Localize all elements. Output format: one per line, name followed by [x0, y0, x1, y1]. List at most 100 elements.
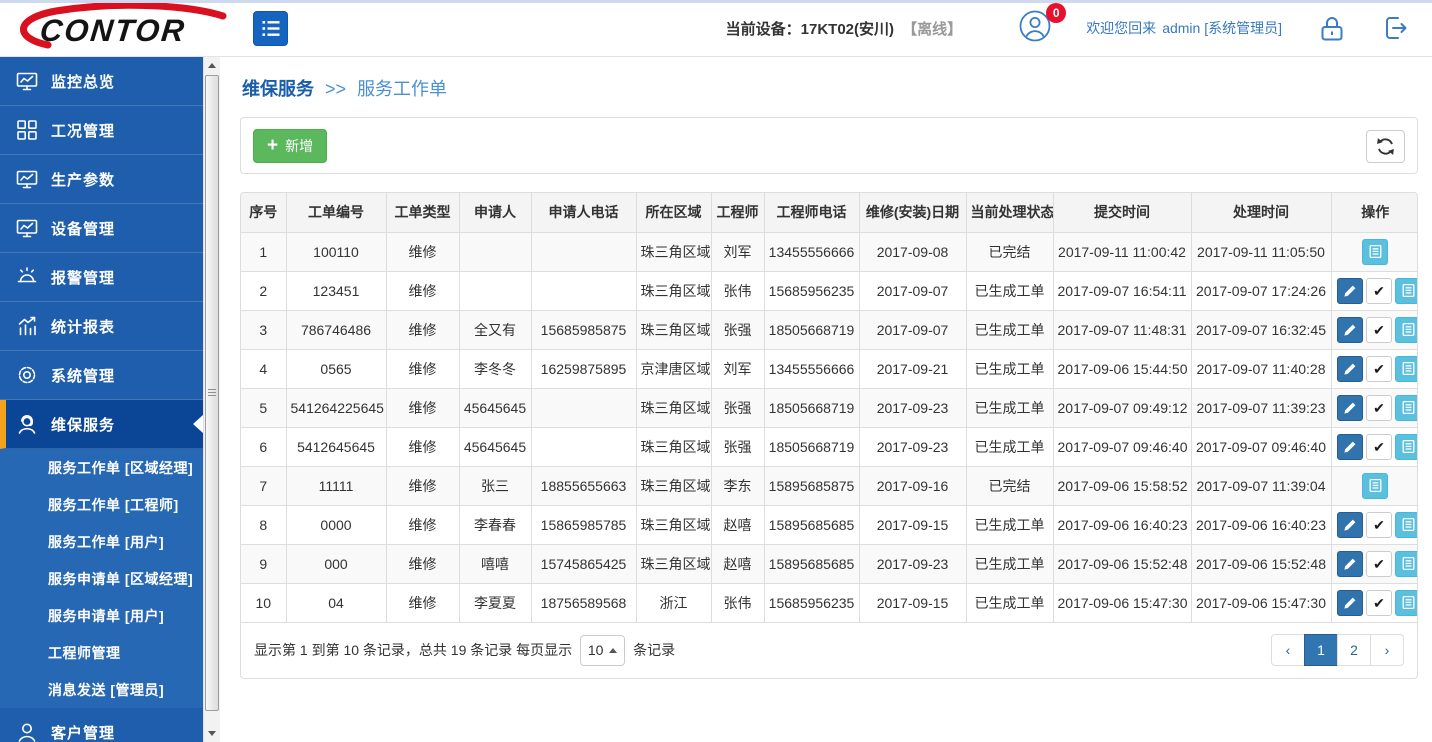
person-icon [14, 719, 40, 742]
approve-button[interactable]: ✔ [1366, 434, 1392, 460]
welcome-text[interactable]: 欢迎您回来admin [系统管理员] [1086, 18, 1282, 38]
table-cell: 已生成工单 [966, 544, 1053, 583]
detail-button[interactable] [1362, 473, 1388, 499]
approve-button[interactable]: ✔ [1366, 590, 1392, 616]
page-size-select[interactable]: 10 [580, 635, 625, 666]
edit-button[interactable] [1337, 278, 1363, 304]
table-cell: 15895685685 [764, 505, 859, 544]
page-button-2[interactable]: 2 [1337, 634, 1371, 666]
sidebar-item[interactable]: 监控总览 [0, 57, 203, 106]
edit-button[interactable] [1337, 551, 1363, 577]
table-cell: 珠三角区域 [636, 427, 711, 466]
prev-page-button[interactable]: ‹ [1271, 634, 1305, 666]
table-cell: 18756589568 [531, 583, 636, 622]
actions-cell: ✔ [1331, 427, 1418, 466]
table-cell: 8 [241, 505, 286, 544]
scrollbar-grip-icon [208, 389, 216, 397]
approve-button[interactable]: ✔ [1366, 551, 1392, 577]
table-cell: 6 [241, 427, 286, 466]
table-cell: 2017-09-07 16:32:45 [1191, 310, 1331, 349]
pagination-info-suffix: 条记录 [633, 640, 675, 660]
lock-button[interactable] [1318, 13, 1346, 43]
table-cell: 已生成工单 [966, 427, 1053, 466]
actions-cell: ✔ [1331, 310, 1418, 349]
table-cell [531, 388, 636, 427]
sidebar-subitem[interactable]: 服务申请单 [用户] [0, 597, 203, 634]
detail-button[interactable] [1395, 356, 1418, 382]
detail-button[interactable] [1395, 395, 1418, 421]
table-cell: 维修 [386, 427, 459, 466]
table-cell: 2017-09-06 15:52:48 [1053, 544, 1191, 583]
actions-cell [1331, 466, 1418, 505]
sidebar-subitem[interactable]: 服务工作单 [用户] [0, 523, 203, 560]
sidebar-item[interactable]: 系统管理 [0, 351, 203, 400]
table-cell: 2017-09-16 [859, 466, 966, 505]
edit-button[interactable] [1337, 395, 1363, 421]
logout-button[interactable] [1382, 14, 1410, 42]
approve-button[interactable]: ✔ [1366, 278, 1392, 304]
table-cell: 全又有 [459, 310, 531, 349]
sidebar-item[interactable]: 客户管理 [0, 708, 203, 742]
detail-button[interactable] [1395, 590, 1418, 616]
table-cell: 已生成工单 [966, 583, 1053, 622]
detail-button[interactable] [1395, 278, 1418, 304]
approve-button[interactable]: ✔ [1366, 395, 1392, 421]
approve-button[interactable]: ✔ [1366, 317, 1392, 343]
table-cell: 15685956235 [764, 271, 859, 310]
sidebar-item[interactable]: 工况管理 [0, 106, 203, 155]
table-row: 5541264225645维修45645645珠三角区域张强1850566871… [241, 388, 1418, 427]
sidebar-item-label: 设备管理 [51, 218, 115, 239]
sidebar-item[interactable]: 设备管理 [0, 204, 203, 253]
edit-button[interactable] [1337, 512, 1363, 538]
table-cell: 珠三角区域 [636, 310, 711, 349]
sidebar-item-label: 系统管理 [51, 365, 115, 386]
scrollbar-thumb[interactable] [205, 75, 219, 711]
sidebar-item-active[interactable]: 维保服务 [0, 400, 203, 449]
sidebar-subitem[interactable]: 服务工作单 [区域经理] [0, 449, 203, 486]
approve-button[interactable]: ✔ [1366, 356, 1392, 382]
sidebar-item[interactable]: 报警管理 [0, 253, 203, 302]
table-row: 711111维修张三18855655663珠三角区域李东158956858752… [241, 466, 1418, 505]
sidebar-item-label: 统计报表 [51, 316, 115, 337]
sidebar-subitem[interactable]: 工程师管理 [0, 634, 203, 671]
column-header: 序号 [241, 193, 286, 232]
breadcrumb-root[interactable]: 维保服务 [242, 79, 314, 99]
edit-button[interactable] [1337, 356, 1363, 382]
sidebar-subitem[interactable]: 服务工作单 [工程师] [0, 486, 203, 523]
table-cell: 2017-09-08 [859, 232, 966, 271]
notification-badge: 0 [1046, 3, 1066, 23]
scroll-down-button[interactable] [204, 725, 220, 742]
menu-toggle-button[interactable] [253, 11, 288, 46]
column-header: 提交时间 [1053, 193, 1191, 232]
approve-button[interactable]: ✔ [1366, 512, 1392, 538]
sidebar-item[interactable]: 统计报表 [0, 302, 203, 351]
refresh-button[interactable] [1366, 130, 1405, 163]
page-button-1[interactable]: 1 [1304, 634, 1338, 666]
edit-button[interactable] [1337, 590, 1363, 616]
sidebar-subitem[interactable]: 消息发送 [管理员] [0, 671, 203, 708]
column-header: 操作 [1331, 193, 1418, 232]
sidebar-scrollbar[interactable] [203, 57, 220, 742]
detail-button[interactable] [1395, 551, 1418, 577]
check-icon: ✔ [1373, 596, 1385, 610]
refresh-icon [1376, 137, 1395, 156]
detail-button[interactable] [1362, 239, 1388, 265]
plus-icon: + [267, 136, 278, 155]
sidebar-subitem[interactable]: 服务申请单 [区域经理] [0, 560, 203, 597]
edit-button[interactable] [1337, 317, 1363, 343]
detail-button[interactable] [1395, 317, 1418, 343]
logout-icon [1382, 14, 1410, 42]
detail-button[interactable] [1395, 512, 1418, 538]
table-cell: 珠三角区域 [636, 466, 711, 505]
scroll-up-button[interactable] [204, 57, 220, 74]
column-header: 工程师电话 [764, 193, 859, 232]
next-page-button[interactable]: › [1370, 634, 1404, 666]
detail-button[interactable] [1395, 434, 1418, 460]
add-button[interactable]: + 新增 [253, 129, 327, 163]
edit-button[interactable] [1337, 434, 1363, 460]
table-cell: 2017-09-07 [859, 310, 966, 349]
notification-button[interactable]: 0 [1018, 9, 1052, 48]
table-cell: 维修 [386, 505, 459, 544]
sidebar-item[interactable]: 生产参数 [0, 155, 203, 204]
table-cell [531, 427, 636, 466]
